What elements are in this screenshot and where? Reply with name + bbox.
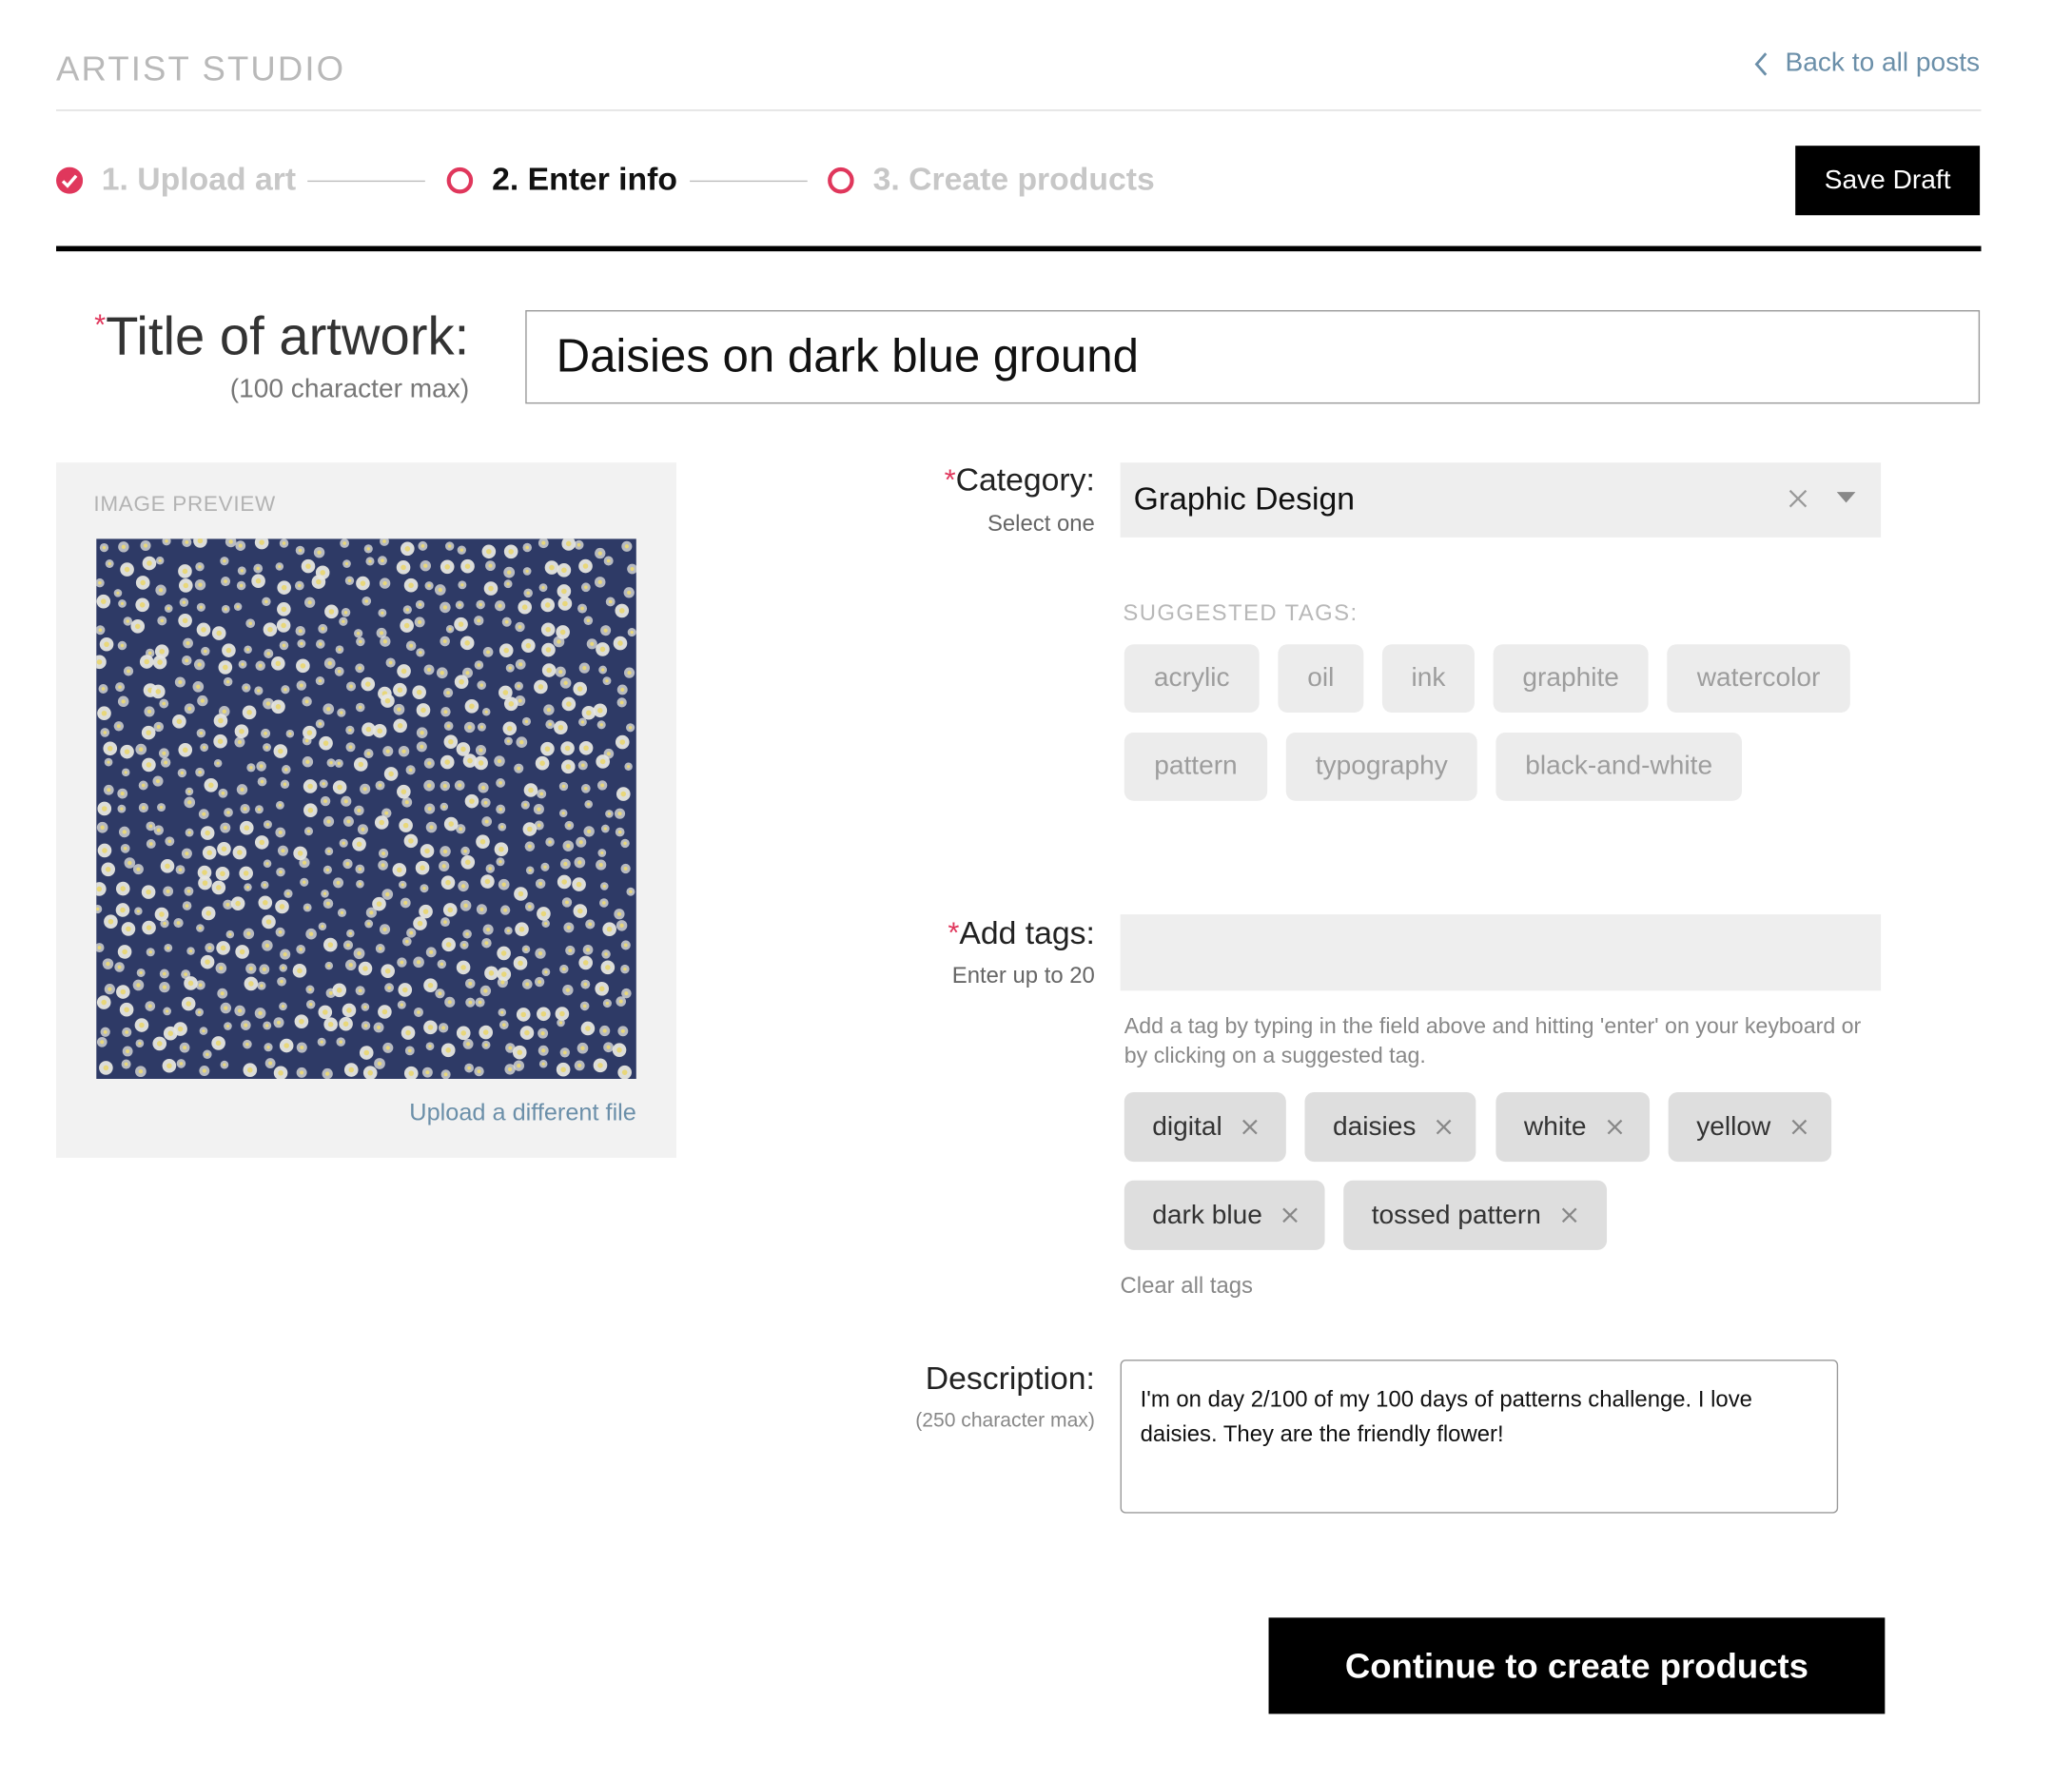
tag-chip: white — [1495, 1092, 1651, 1163]
remove-tag-icon[interactable] — [1435, 1118, 1454, 1137]
description-hint: (250 character max) — [915, 1409, 1095, 1432]
tag-label: digital — [1152, 1111, 1222, 1142]
category-label-text: Category: — [955, 462, 1095, 499]
tag-label: white — [1523, 1111, 1587, 1142]
remove-tag-icon[interactable] — [1560, 1205, 1579, 1224]
tag-label: dark blue — [1152, 1200, 1262, 1230]
tag-label: tossed pattern — [1371, 1200, 1541, 1230]
remove-tag-icon[interactable] — [1281, 1205, 1300, 1224]
caret-down-icon[interactable] — [1835, 489, 1856, 505]
required-mark: * — [948, 915, 960, 949]
title-hint: (100 character max) — [229, 374, 470, 404]
upload-different-file-link[interactable]: Upload a different file — [409, 1099, 636, 1127]
continue-to-create-products-button[interactable]: Continue to create products — [1268, 1617, 1886, 1714]
save-draft-button[interactable]: Save Draft — [1795, 146, 1981, 216]
tag-chip: dark blue — [1124, 1180, 1325, 1250]
check-circle-icon — [56, 166, 84, 194]
brand-title: ARTIST STUDIO — [56, 48, 346, 88]
remove-tag-icon[interactable] — [1789, 1118, 1808, 1137]
step-label: 2. Enter info — [492, 162, 677, 198]
category-hint: Select one — [987, 510, 1095, 537]
step-enter-info[interactable]: 2. Enter info — [446, 162, 677, 199]
step-connector — [307, 180, 425, 183]
suggested-tag[interactable]: watercolor — [1667, 644, 1850, 713]
suggested-tag[interactable]: acrylic — [1124, 644, 1260, 713]
remove-tag-icon[interactable] — [1605, 1118, 1624, 1137]
remove-tag-icon[interactable] — [1241, 1118, 1260, 1137]
suggested-tag[interactable]: black-and-white — [1495, 733, 1742, 801]
add-tags-label-text: Add tags: — [959, 915, 1095, 952]
step-label: 1. Upload art — [101, 162, 297, 198]
clear-icon[interactable] — [1785, 485, 1811, 512]
title-input[interactable] — [525, 310, 1981, 404]
tag-label: yellow — [1696, 1111, 1771, 1142]
add-tags-hint: Enter up to 20 — [951, 962, 1095, 988]
required-mark: * — [94, 307, 107, 342]
required-mark: * — [944, 462, 956, 497]
image-preview-label: IMAGE PREVIEW — [93, 493, 276, 517]
step-label: 3. Create products — [872, 162, 1155, 198]
add-tags-label: *Add tags: — [948, 916, 1095, 953]
clear-all-tags-link[interactable]: Clear all tags — [1121, 1273, 1253, 1300]
suggested-tags-label: SUGGESTED TAGS: — [1123, 599, 1359, 626]
circle-outline-icon — [446, 166, 474, 194]
suggested-tag[interactable]: ink — [1381, 644, 1475, 713]
step-upload-art[interactable]: 1. Upload art — [56, 162, 296, 199]
tag-chip: tossed pattern — [1343, 1180, 1608, 1250]
tag-chip: digital — [1124, 1092, 1286, 1163]
category-label: *Category: — [945, 462, 1095, 499]
artwork-preview-image — [96, 538, 636, 1079]
description-textarea[interactable]: I'm on day 2/100 of my 100 days of patte… — [1120, 1360, 1839, 1514]
chevron-left-icon — [1755, 51, 1768, 75]
category-select[interactable]: Graphic Design — [1120, 462, 1882, 538]
tag-chip: yellow — [1668, 1092, 1832, 1163]
title-label-text: Title of artwork: — [106, 307, 470, 367]
title-label: *Title of artwork: — [94, 307, 469, 367]
add-tags-help-text: Add a tag by typing in the field above a… — [1124, 1014, 1862, 1068]
step-connector — [690, 180, 808, 183]
category-value: Graphic Design — [1133, 480, 1356, 518]
step-create-products[interactable]: 3. Create products — [828, 162, 1155, 199]
suggested-tag[interactable]: graphite — [1493, 644, 1649, 713]
circle-outline-icon — [828, 166, 854, 194]
stepper-divider — [56, 245, 1982, 252]
description-label: Description: — [925, 1360, 1095, 1398]
suggested-tag[interactable]: typography — [1285, 733, 1477, 801]
back-link-label: Back to all posts — [1785, 48, 1981, 78]
suggested-tag[interactable]: pattern — [1124, 733, 1268, 801]
add-tags-input[interactable] — [1120, 914, 1882, 991]
tag-chip: daisies — [1304, 1092, 1476, 1163]
header-divider — [56, 109, 1982, 111]
suggested-tag[interactable]: oil — [1278, 644, 1364, 713]
back-to-posts-link[interactable]: Back to all posts — [1753, 49, 1980, 79]
tag-label: daisies — [1332, 1111, 1417, 1142]
